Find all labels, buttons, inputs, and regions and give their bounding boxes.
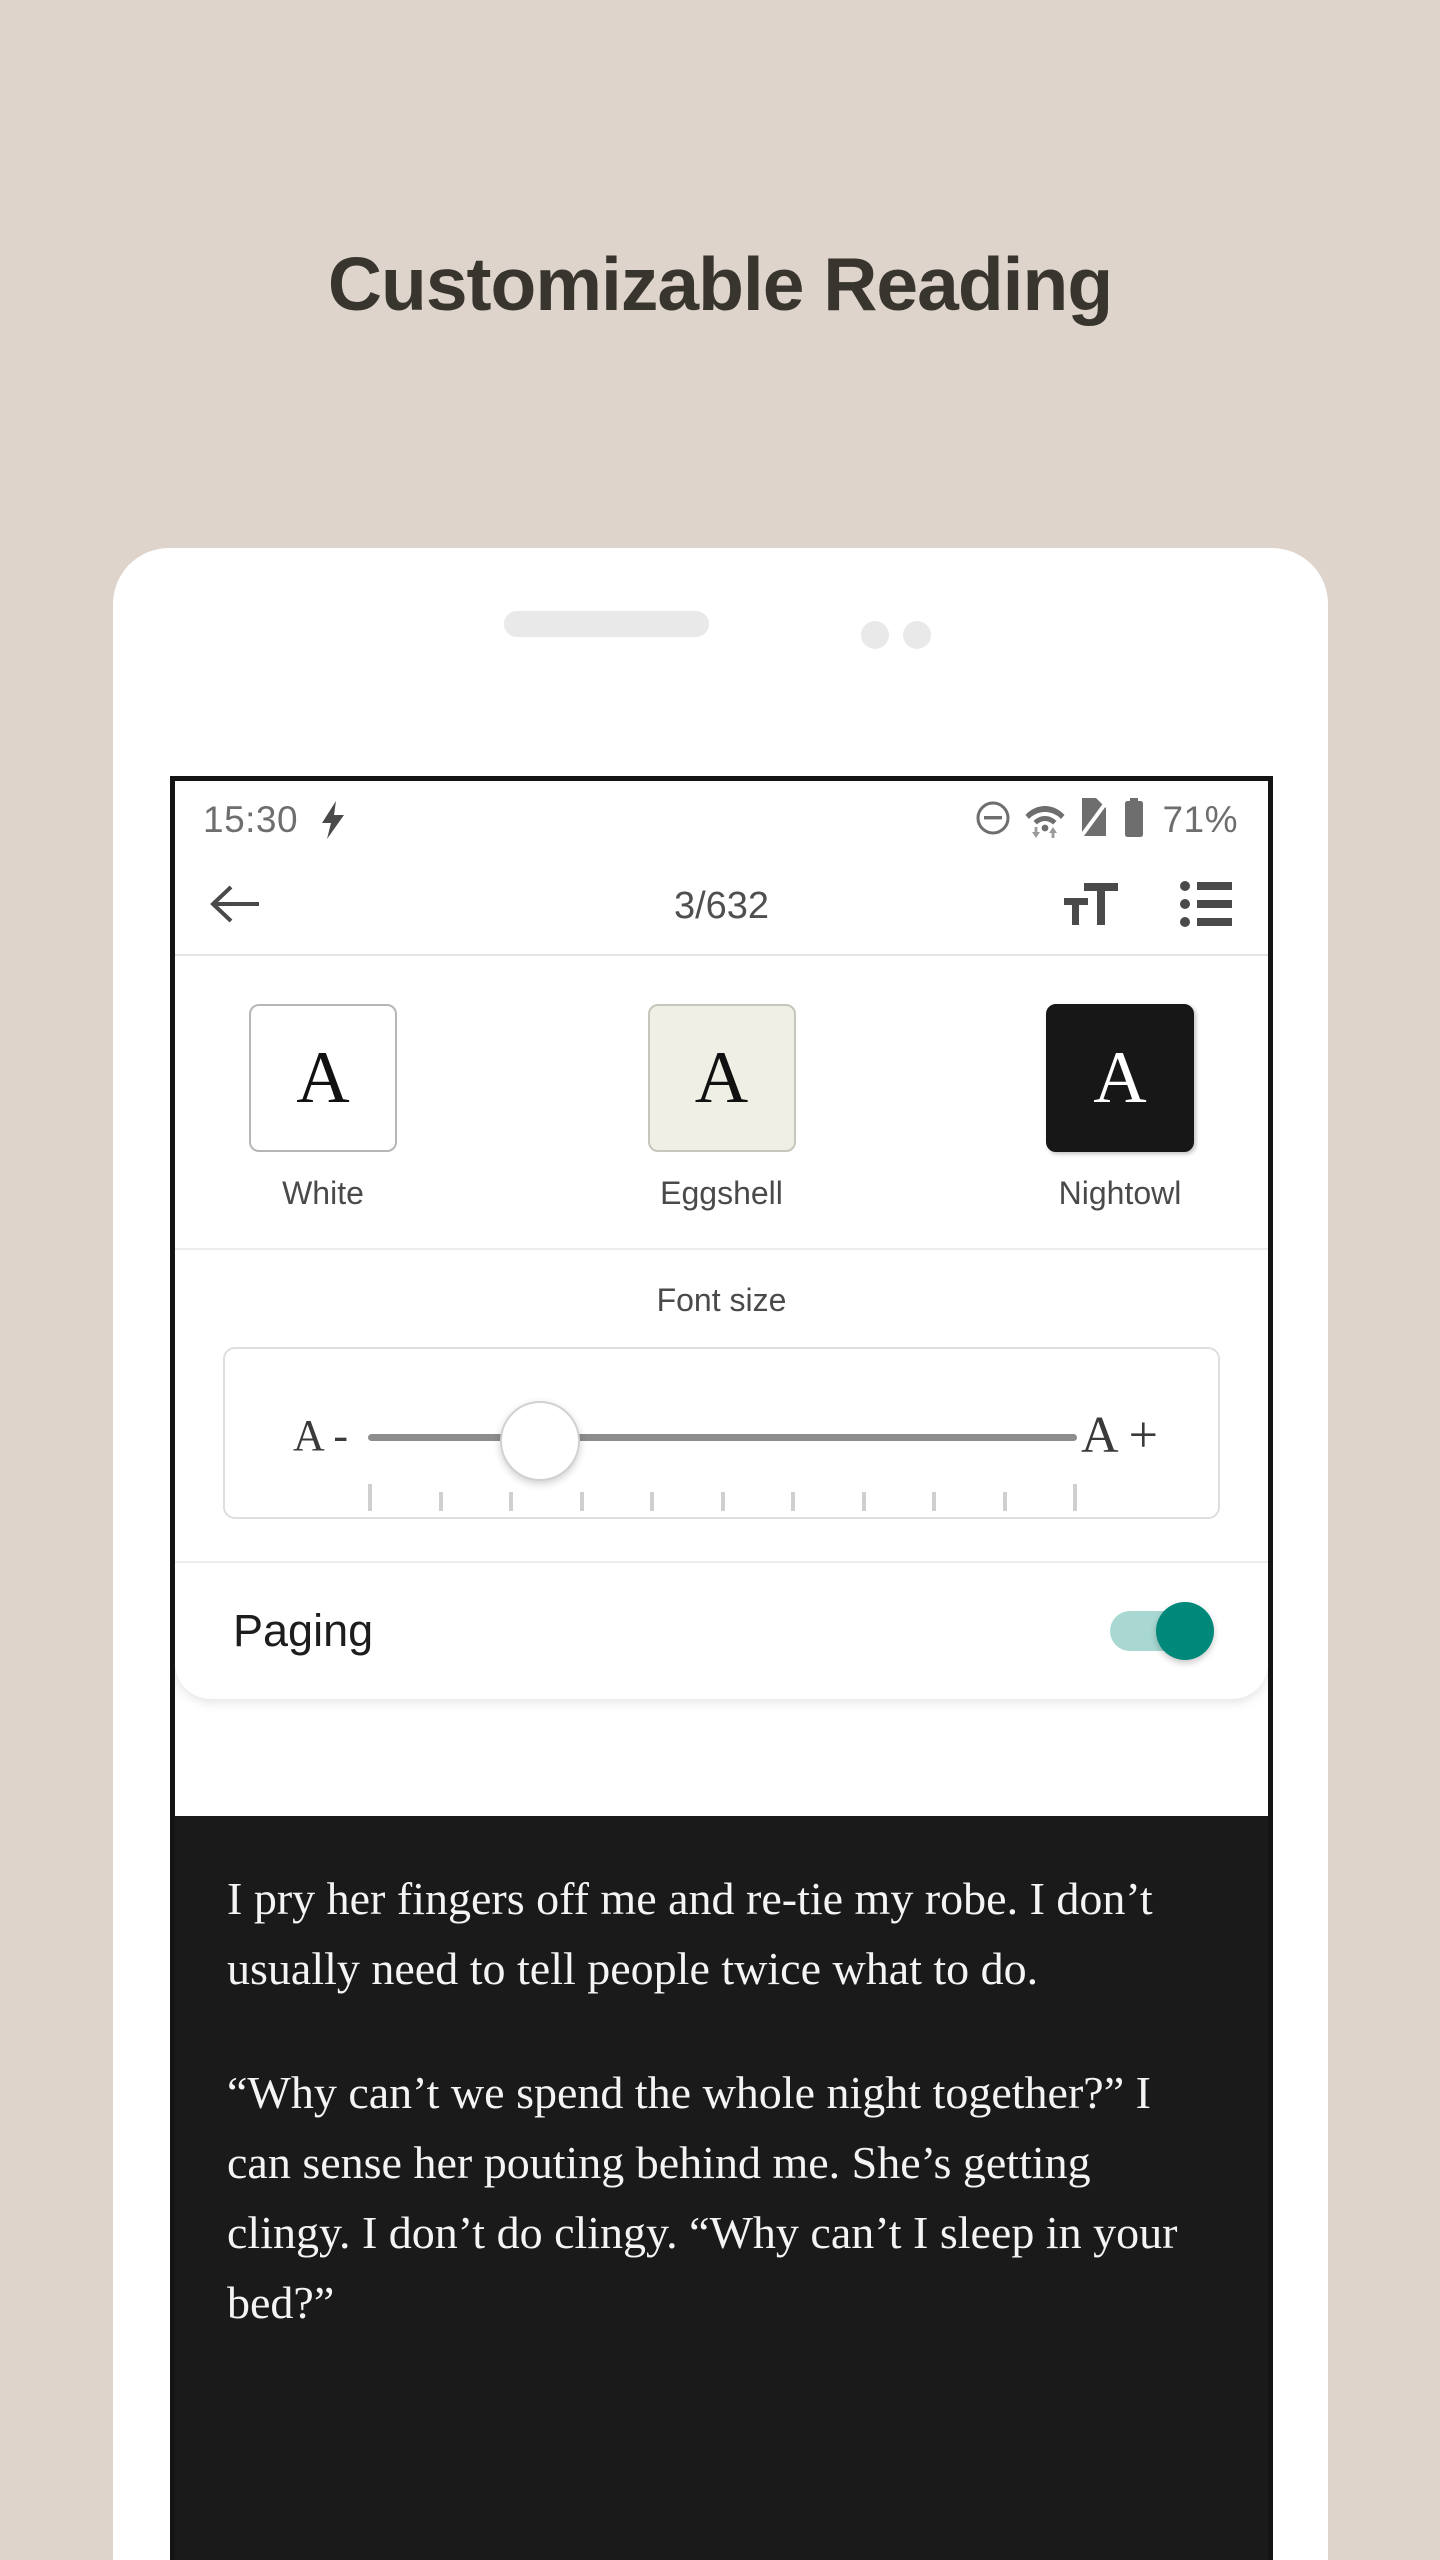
theme-option-eggshell[interactable]: A Eggshell bbox=[630, 1004, 814, 1212]
slider-tick bbox=[932, 1492, 936, 1511]
paging-label: Paging bbox=[233, 1605, 374, 1656]
theme-selector: A White A Eggshell A Nightowl bbox=[175, 956, 1268, 1250]
slider-tick bbox=[509, 1492, 513, 1511]
phone-screen: I pry her fingers off me and re-tie my r… bbox=[170, 776, 1273, 2560]
toggle-thumb bbox=[1156, 1602, 1214, 1660]
slider-tick bbox=[650, 1492, 654, 1511]
theme-swatch-eggshell: A bbox=[647, 1004, 796, 1152]
reader-toolbar: 3/632 bbox=[175, 859, 1268, 956]
slider-tick bbox=[1002, 1492, 1007, 1511]
reader-paragraph: I pry her fingers off me and re-tie my r… bbox=[227, 1873, 1153, 1994]
text-size-icon[interactable] bbox=[1064, 879, 1122, 934]
slider-tick bbox=[791, 1492, 795, 1511]
font-size-title: Font size bbox=[656, 1282, 787, 1318]
theme-swatch-nightowl: A bbox=[1046, 1004, 1194, 1152]
reader-settings-sheet: 15:30 71% 3/632 A White A Eggshell A Nig… bbox=[175, 781, 1268, 1699]
slider-tick bbox=[438, 1492, 443, 1511]
phone-top-bezel bbox=[113, 548, 1328, 775]
theme-option-nightowl[interactable]: A Nightowl bbox=[1028, 1004, 1212, 1212]
slider-tick bbox=[368, 1484, 372, 1511]
font-size-section: Font size A - A + bbox=[175, 1250, 1268, 1563]
reader-content-area[interactable]: I pry her fingers off me and re-tie my r… bbox=[175, 1816, 1268, 2560]
battery-icon bbox=[1122, 797, 1146, 843]
sensor-dot-icon bbox=[903, 621, 931, 649]
slider-tick bbox=[861, 1492, 866, 1511]
slider-tick bbox=[579, 1492, 584, 1511]
status-bar-right: 71% bbox=[974, 797, 1238, 843]
theme-label-nightowl: Nightowl bbox=[1058, 1175, 1182, 1211]
paging-toggle[interactable] bbox=[1110, 1602, 1214, 1660]
font-decrease-label[interactable]: A - bbox=[293, 1410, 348, 1461]
theme-swatch-white: A bbox=[249, 1004, 397, 1152]
slider-tick bbox=[720, 1492, 725, 1511]
no-sim-icon bbox=[1078, 797, 1111, 843]
wifi-transfer-icon bbox=[1024, 798, 1066, 843]
theme-label-white: White bbox=[282, 1175, 364, 1211]
status-time: 15:30 bbox=[203, 799, 299, 840]
slider-track[interactable] bbox=[368, 1434, 1077, 1441]
theme-label-eggshell: Eggshell bbox=[660, 1175, 783, 1211]
back-button[interactable] bbox=[209, 882, 261, 931]
lightning-bolt-icon bbox=[320, 801, 346, 839]
page-title: Customizable Reading bbox=[327, 242, 1113, 326]
camera-dot-icon bbox=[861, 621, 889, 649]
font-increase-label[interactable]: A + bbox=[1081, 1406, 1158, 1465]
speaker-grille bbox=[504, 611, 709, 637]
slider-ticks bbox=[368, 1481, 1077, 1511]
status-bar: 15:30 71% bbox=[175, 781, 1268, 859]
table-of-contents-icon[interactable] bbox=[1180, 881, 1232, 932]
battery-percent-label: 71% bbox=[1162, 799, 1238, 840]
paging-setting-row[interactable]: Paging bbox=[175, 1563, 1268, 1699]
reader-paragraph: “Why can’t we spend the whole night toge… bbox=[227, 2066, 1178, 2328]
theme-option-white[interactable]: A White bbox=[231, 1004, 415, 1212]
font-size-slider[interactable]: A - A + bbox=[223, 1347, 1220, 1519]
status-bar-left: 15:30 bbox=[203, 799, 346, 841]
do-not-disturb-icon bbox=[974, 799, 1012, 842]
slider-thumb[interactable] bbox=[499, 1401, 580, 1481]
toolbar-actions bbox=[1064, 879, 1232, 934]
slider-tick bbox=[1073, 1484, 1077, 1511]
back-arrow-icon bbox=[209, 882, 261, 931]
